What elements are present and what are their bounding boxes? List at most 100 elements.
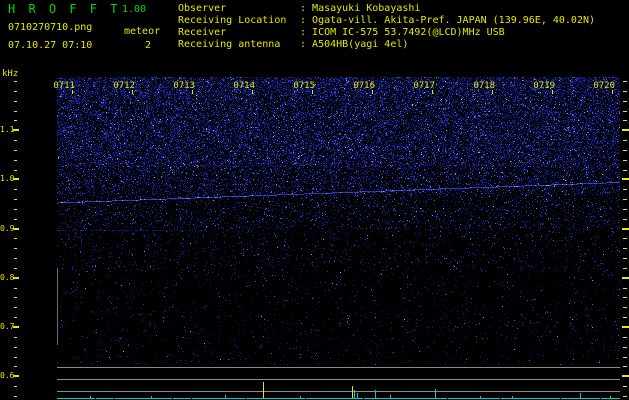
freq-tick-label: 1.1 [0,125,15,135]
strength-baseline [96,398,114,399]
freq-minor-tick [14,297,17,299]
freq-minor-tick [623,149,627,151]
strength-spike [610,396,611,398]
freq-minor-tick [623,238,627,240]
strength-spike [225,395,226,398]
strength-baseline [364,398,447,399]
strength-spike [580,393,581,398]
strength-spike [357,393,358,398]
freq-major-tick [622,326,629,328]
freq-minor-tick [14,307,17,309]
info-row: Receiver: ICOM IC-575 53.7492(@LCD)MHz U… [178,27,595,39]
strength-baseline [246,398,305,399]
freq-minor-tick [14,287,17,289]
freq-minor-tick [623,140,627,142]
freq-axis-unit: kHz [2,69,19,79]
strength-spike [435,389,436,398]
app-version: 1.00 [122,4,147,15]
datetime-label: 07.10.27 07:10 [8,40,93,51]
info-value: A504HB(yagi 4el) [312,39,409,50]
freq-minor-tick [14,81,17,82]
freq-minor-tick [14,356,17,358]
strength-spike [480,396,481,398]
output-filename: 0710270710.png [8,22,93,33]
info-label: Receiver [178,27,227,38]
freq-minor-tick [623,90,627,92]
freq-tick-label: 0.6 [0,371,15,381]
time-tick [192,90,193,94]
time-tick [612,90,613,94]
strip-gridline [57,391,620,392]
freq-minor-tick [623,110,627,112]
freq-minor-tick [14,199,17,201]
strip-gridline [57,379,620,380]
freq-minor-tick [623,258,627,260]
freq-major-tick [622,178,629,181]
strength-spike [263,382,264,398]
strength-spike [354,390,355,398]
freq-major-tick [13,178,19,181]
time-tick [552,90,553,94]
strength-spike [375,390,376,398]
time-tick [372,90,373,94]
info-colon: : [300,3,313,14]
info-row: Observer: Masayuki Kobayashi [178,3,595,15]
info-row: Receiving Location: Ogata-vill. Akita-Pr… [178,15,595,27]
freq-minor-tick [623,199,627,201]
freq-minor-tick [623,189,627,191]
meteor-count: 2 [145,40,152,51]
strength-baseline [192,398,245,399]
app-title: H R O F F T [8,2,119,16]
strength-baseline [57,398,95,399]
freq-minor-tick [623,267,627,269]
strength-baseline [561,398,600,399]
freq-major-tick [622,276,629,279]
freq-minor-tick [14,317,17,319]
info-row: Receiving antenna: A504HB(yagi 4el) [178,39,595,51]
freq-tick-label: 0.7 [0,322,15,331]
info-colon: : [300,27,313,38]
freq-minor-tick [623,297,627,299]
station-info: Observer: Masayuki Kobayashi Receiving Lo… [178,3,595,51]
freq-major-tick [13,326,19,328]
freq-minor-tick [14,258,17,260]
time-tick [432,90,433,94]
info-label: Observer [178,3,227,14]
freq-minor-tick [14,366,17,368]
time-tick [492,90,493,94]
time-tick [252,90,253,94]
freq-minor-tick [623,307,627,309]
freq-minor-tick [623,356,627,358]
freq-minor-tick [623,218,627,220]
freq-minor-tick [623,366,627,368]
freq-minor-tick [14,140,17,142]
strip-gridline [57,367,620,368]
freq-minor-tick [14,189,17,191]
time-tick [312,90,313,94]
freq-major-tick [13,129,19,132]
freq-minor-tick [623,100,627,102]
freq-minor-tick [623,120,627,122]
info-label: Receiving Location [178,15,287,26]
freq-minor-tick [623,386,627,388]
freq-minor-tick [14,346,17,348]
info-value: Masayuki Kobayashi [312,3,421,14]
hrofft-screen: H R O F F T 1.00 0710270710.png meteor 0… [0,0,629,400]
strength-baseline [448,398,500,399]
strength-baseline [601,398,620,399]
spectrogram-canvas [57,77,620,365]
freq-minor-tick [14,149,17,151]
strength-baseline [173,398,191,399]
info-label: Receiving antenna [178,39,281,50]
freq-major-tick [13,375,19,378]
freq-minor-tick [623,81,627,82]
freq-minor-tick [14,169,17,171]
freq-minor-tick [623,287,627,289]
freq-minor-tick [14,110,17,112]
strength-spike [512,396,513,398]
freq-minor-tick [623,248,627,250]
freq-minor-tick [14,386,17,388]
freq-major-tick [13,276,19,279]
freq-major-tick [622,375,629,378]
freq-minor-tick [14,159,17,161]
